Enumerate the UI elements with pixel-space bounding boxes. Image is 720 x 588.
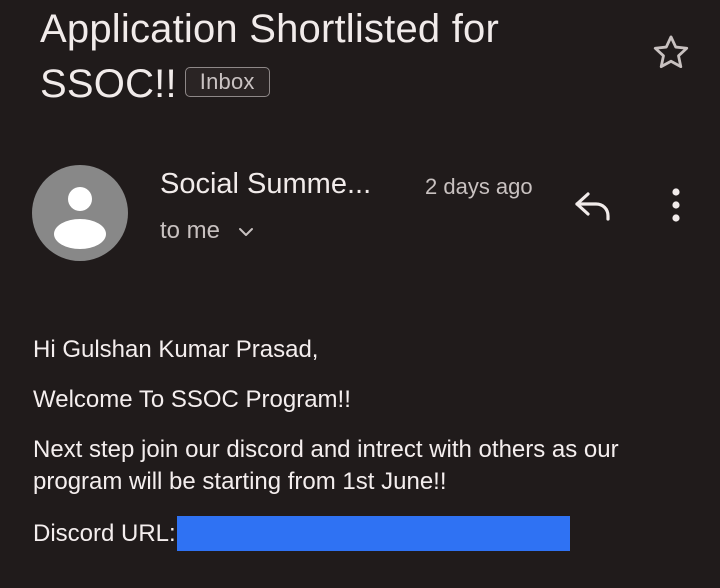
recipient-toggle[interactable]: to me <box>160 214 255 248</box>
email-body: Hi Gulshan Kumar Prasad, Welcome To SSOC… <box>33 334 693 551</box>
discord-url-label: Discord URL: <box>33 519 176 547</box>
discord-url-row: Discord URL: <box>33 516 693 551</box>
sender-name[interactable]: Social Summe... <box>160 166 371 202</box>
greeting-text: Hi Gulshan Kumar Prasad, <box>33 336 319 363</box>
next-step-text: Next step join our discord and intrect w… <box>33 436 619 495</box>
reply-icon[interactable] <box>572 187 614 225</box>
more-vertical-icon[interactable] <box>665 186 687 226</box>
email-subject: Application Shortlisted for SSOC!! Inbox <box>40 2 620 112</box>
welcome-text: Welcome To SSOC Program!! <box>33 386 351 413</box>
star-icon[interactable] <box>650 32 692 74</box>
inbox-label-badge[interactable]: Inbox <box>184 67 270 98</box>
discord-url-link[interactable] <box>176 516 570 551</box>
email-timestamp: 2 days ago <box>425 174 533 199</box>
recipient-text: to me <box>160 217 221 244</box>
email-view: Application Shortlisted for SSOC!! Inbox … <box>0 0 720 588</box>
sender-avatar[interactable] <box>32 165 128 261</box>
person-icon <box>54 187 106 249</box>
chevron-down-icon <box>238 227 253 236</box>
